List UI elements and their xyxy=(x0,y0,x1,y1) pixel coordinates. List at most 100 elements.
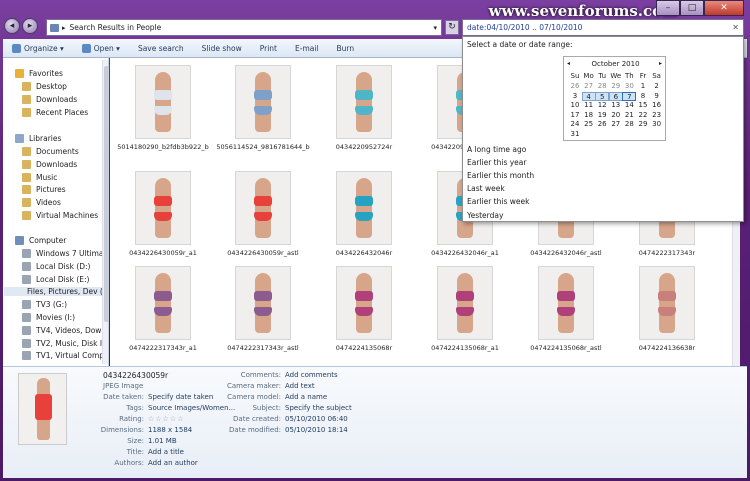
detail-value[interactable]: Specify the subject xyxy=(285,404,352,412)
calendar-day[interactable]: 8 xyxy=(636,92,650,101)
calendar-day[interactable]: 24 xyxy=(568,120,582,129)
next-month-icon[interactable]: ▸ xyxy=(659,60,662,67)
nav-item[interactable]: Movies (I:) xyxy=(22,313,75,322)
calendar-day[interactable]: 25 xyxy=(582,120,596,129)
detail-value[interactable]: Add text xyxy=(285,382,315,390)
nav-item[interactable]: Virtual Machines xyxy=(22,211,98,220)
date-range-option[interactable]: Yesterday xyxy=(467,211,503,220)
date-range-option[interactable]: Earlier this month xyxy=(467,171,534,180)
file-item[interactable]: 0474224136638r xyxy=(617,266,717,353)
nav-item[interactable]: Recent Places xyxy=(22,107,88,117)
chevron-down-icon[interactable]: ▾ xyxy=(433,24,437,32)
date-range-option[interactable]: Last week xyxy=(467,184,505,193)
calendar-day[interactable]: 23 xyxy=(650,111,664,120)
calendar-day[interactable]: 13 xyxy=(609,101,623,110)
calendar-day[interactable]: 19 xyxy=(595,111,609,120)
detail-value[interactable]: Add a name xyxy=(285,393,327,401)
nav-group-computer[interactable]: Computer xyxy=(15,236,66,245)
forward-button[interactable]: ▸ xyxy=(22,18,38,34)
calendar-day[interactable]: 18 xyxy=(582,111,596,120)
calendar-day[interactable]: 11 xyxy=(582,101,596,110)
search-input[interactable]: date: 04/10/2010 .. 07/10/2010 ✕ xyxy=(462,19,744,36)
calendar-month-title[interactable]: October 2010 xyxy=(564,60,667,68)
file-item[interactable]: 0434220952724r xyxy=(314,65,414,152)
clear-search-icon[interactable]: ✕ xyxy=(732,23,739,32)
calendar-day[interactable]: 17 xyxy=(568,111,582,120)
calendar-day[interactable]: 3 xyxy=(568,92,582,101)
maximize-button[interactable]: □ xyxy=(680,0,704,16)
rating-stars[interactable]: ☆☆☆☆☆ xyxy=(148,415,184,423)
file-item[interactable]: 0474224135068r_a1 xyxy=(415,266,515,353)
address-bar[interactable]: ▸ Search Results in People ▾ xyxy=(46,19,442,36)
nav-item[interactable]: Documents xyxy=(22,147,79,156)
toolbar-button-0[interactable]: Organize ▾ xyxy=(3,43,73,53)
calendar-day[interactable]: 21 xyxy=(622,111,636,120)
detail-value[interactable]: Add comments xyxy=(285,371,338,379)
nav-group-favorites[interactable]: Favorites xyxy=(15,69,63,78)
nav-item[interactable]: Desktop xyxy=(22,82,67,91)
breadcrumb[interactable]: Search Results in People xyxy=(70,23,162,32)
calendar-day[interactable]: 7 xyxy=(622,91,637,101)
calendar-day[interactable]: 16 xyxy=(650,101,664,110)
calendar-day[interactable]: 26 xyxy=(568,82,582,91)
calendar-day[interactable]: 27 xyxy=(582,82,596,91)
calendar-day[interactable]: 28 xyxy=(595,82,609,91)
calendar-day[interactable]: 27 xyxy=(609,120,623,129)
toolbar-button-2[interactable]: Save search xyxy=(129,44,193,53)
detail-value[interactable]: 05/10/2010 06:40 xyxy=(285,415,348,423)
file-item[interactable]: 0474222317343r_a1 xyxy=(113,266,213,353)
toolbar-button-6[interactable]: Burn xyxy=(328,44,364,53)
nav-scrollbar-thumb[interactable] xyxy=(104,66,108,322)
nav-item[interactable]: Local Disk (E:) xyxy=(22,274,89,284)
nav-item[interactable]: Windows 7 Ultimate xyxy=(22,249,108,258)
calendar-day[interactable]: 31 xyxy=(568,130,582,139)
detail-value[interactable]: Source Images/Women... xyxy=(148,404,235,412)
detail-value[interactable]: Add an author xyxy=(148,459,198,467)
back-button[interactable]: ◂ xyxy=(4,18,20,34)
nav-item[interactable]: Files, Pictures, Dev (F:) xyxy=(4,287,108,297)
nav-item[interactable]: TV2, Music, Disk Images xyxy=(22,338,108,348)
file-item[interactable]: 0434226430059r_astl xyxy=(213,171,313,258)
calendar-day[interactable]: 22 xyxy=(636,111,650,120)
calendar-day[interactable]: 5 xyxy=(595,91,610,101)
detail-value[interactable]: Specify date taken xyxy=(148,393,213,401)
nav-item[interactable]: TV1, Virtual Computers xyxy=(22,351,108,361)
date-range-option[interactable]: A long time ago xyxy=(467,145,526,154)
nav-item[interactable]: Music xyxy=(22,172,57,182)
calendar-day[interactable]: 14 xyxy=(622,101,636,110)
calendar-day[interactable]: 9 xyxy=(650,92,664,101)
detail-value[interactable]: Add a title xyxy=(148,448,184,456)
nav-item[interactable]: Downloads xyxy=(22,159,77,169)
detail-value[interactable]: 1188 x 1584 xyxy=(148,426,192,434)
nav-item[interactable]: Downloads xyxy=(22,94,77,104)
file-item[interactable]: 5014180290_b2fdb3b922_b xyxy=(113,65,213,152)
detail-value[interactable]: 1.01 MB xyxy=(148,437,177,445)
calendar-day[interactable]: 28 xyxy=(622,120,636,129)
nav-item[interactable]: TV3 (G:) xyxy=(22,300,67,310)
file-item[interactable]: 0474224135068r_astl xyxy=(516,266,616,353)
calendar-day[interactable]: 6 xyxy=(608,91,623,101)
calendar-day[interactable]: 29 xyxy=(636,120,650,129)
calendar-day[interactable]: 10 xyxy=(568,101,582,110)
search-filter-value[interactable]: 04/10/2010 .. 07/10/2010 xyxy=(486,23,582,32)
calendar-day[interactable]: 2 xyxy=(650,82,664,91)
file-item[interactable]: 0434226432046r xyxy=(314,171,414,258)
file-item[interactable]: 0474224135068r xyxy=(314,266,414,353)
calendar-day[interactable]: 12 xyxy=(595,101,609,110)
calendar-day[interactable]: 20 xyxy=(609,111,623,120)
nav-group-libraries[interactable]: Libraries xyxy=(15,134,61,143)
date-range-option[interactable]: Earlier this year xyxy=(467,158,526,167)
nav-item[interactable]: Local Disk (D:) xyxy=(22,261,90,271)
nav-item[interactable]: Videos xyxy=(22,198,61,208)
nav-item[interactable]: Pictures xyxy=(22,185,66,195)
nav-item[interactable]: TV4, Videos, Downloads xyxy=(22,325,108,335)
refresh-button[interactable]: ↻ xyxy=(445,20,459,35)
toolbar-button-5[interactable]: E-mail xyxy=(286,44,328,53)
toolbar-button-1[interactable]: Open ▾ xyxy=(73,43,129,53)
date-range-option[interactable]: Earlier this week xyxy=(467,197,529,206)
calendar-day[interactable]: 29 xyxy=(609,82,623,91)
toolbar-button-3[interactable]: Slide show xyxy=(193,44,251,53)
calendar-day[interactable]: 30 xyxy=(650,120,664,129)
minimize-button[interactable]: – xyxy=(656,0,680,16)
detail-value[interactable]: 05/10/2010 18:14 xyxy=(285,426,348,434)
